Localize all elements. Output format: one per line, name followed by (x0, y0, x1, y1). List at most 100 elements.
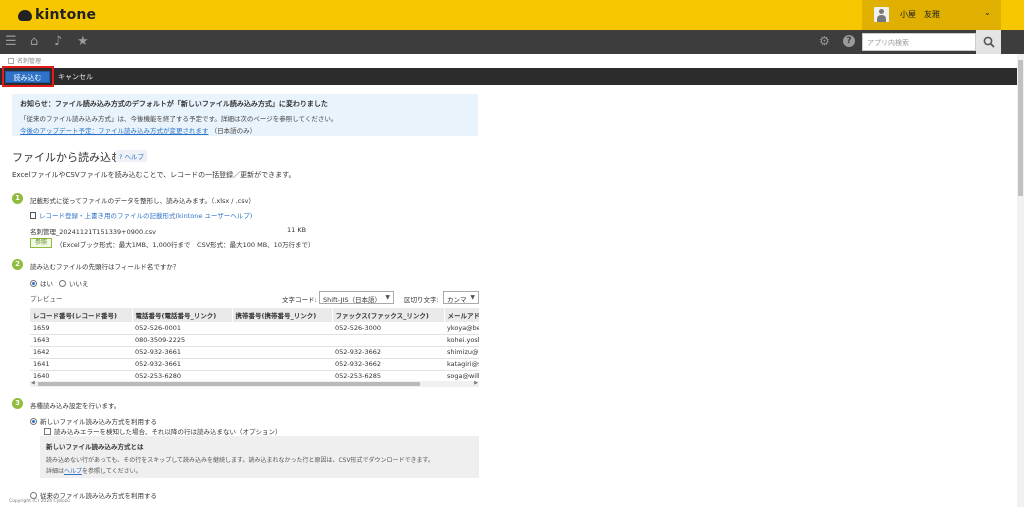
separator-label: 区切り文字: (404, 296, 439, 304)
browse-button[interactable]: 参照 (30, 238, 52, 248)
radio-old-method[interactable] (30, 491, 37, 499)
table-cell: 052-932-3661 (132, 346, 232, 359)
column-header: メールアドレス (444, 308, 479, 322)
notice-box: お知らせ：ファイル読み込み方式のデフォルトが「新しいファイル読み込み方式」に変わ… (12, 94, 478, 136)
document-icon (30, 211, 36, 219)
column-header: 電話番号(電話番号_リンク) (132, 308, 233, 322)
table-cell: ykoya@be (444, 322, 479, 335)
gear-icon[interactable]: ⚙ (819, 34, 830, 49)
preview-label: プレビュー (30, 295, 63, 303)
star-icon[interactable]: ★ (77, 34, 89, 49)
step-3-badge: 3 (12, 398, 23, 409)
scroll-right-icon[interactable]: ▶ (474, 380, 478, 386)
encoding-select[interactable]: Shift-JIS（日本語） ▼ (319, 291, 394, 304)
home-icon[interactable]: ⌂ (30, 34, 38, 49)
notice-text: 「従来のファイル読み込み方式」は、今後機能を終了する予定です。詳細は次のページを… (20, 115, 338, 123)
file-size: 11 KB (287, 226, 307, 234)
separator-select[interactable]: カンマ ▼ (443, 291, 479, 304)
action-bar (0, 68, 1017, 85)
kintone-logo-icon (18, 9, 32, 21)
skip-error-checkbox[interactable] (44, 427, 51, 435)
new-method-info-box: 新しいファイル読み込み方式とは 読み込めない行があっても、その行をスキップして読… (40, 436, 479, 478)
scrollbar-thumb[interactable] (38, 382, 420, 386)
table-cell: 052-932-3662 (332, 358, 444, 371)
user-menu[interactable]: 小屋 友雅 ⌄ (862, 0, 1001, 30)
table-cell: 080-3509-2225 (132, 334, 232, 347)
table-cell: 052-932-3661 (132, 358, 232, 371)
breadcrumb-app-name[interactable]: 名刺管理 (17, 56, 41, 65)
page-title: ファイルから読み込む (12, 151, 122, 164)
table-cell: 1643 (30, 334, 132, 347)
step-2-text: 読み込むファイルの先頭行はフィールド名ですか？ (30, 263, 180, 271)
table-cell: kohei.yosh (444, 334, 479, 347)
format-help-link[interactable]: レコード登録・上書き用のファイルの記載形式(kintone ユーザーヘルプ) (30, 210, 252, 220)
search-icon (983, 36, 995, 48)
table-cell: 1641 (30, 358, 132, 371)
preview-table-container[interactable]: レコード番号(レコード番号) 電話番号(電話番号_リンク) 携帯番号(携帯番号_… (30, 308, 479, 390)
info-help-suffix: を参照してください。 (82, 468, 142, 475)
info-help-link[interactable]: ヘルプ (64, 468, 82, 475)
page-vertical-scrollbar[interactable] (1017, 54, 1024, 507)
notice-link-row: 今後のアップデート予定：ファイル読み込み方式が変更されます （日本語のみ） (20, 125, 470, 135)
radio-yes[interactable] (30, 279, 37, 287)
help-link-label[interactable]: ヘルプ (125, 153, 145, 161)
logo-text: kintone (35, 7, 97, 23)
step-2-badge: 2 (12, 259, 23, 270)
user-name: 小屋 友雅 (900, 10, 940, 19)
page-description: ExcelファイルやCSVファイルを読み込むことで、レコードの一括登録／更新がで… (12, 171, 296, 179)
help-link[interactable]: ? ヘルプ (116, 150, 148, 162)
highlight-frame (2, 66, 54, 87)
step-1-text: 記載形式に従ってファイルのデータを整形し、読み込みます。（.xlsx / .cs… (30, 197, 255, 205)
skip-error-label[interactable]: 読み込みエラーを検知した場合、それ以降の行は読み込まない（オプション） (54, 426, 282, 436)
radio-new-method[interactable] (30, 417, 37, 425)
notice-title: お知らせ：ファイル読み込み方式のデフォルトが「新しいファイル読み込み方式」に変わ… (20, 100, 328, 108)
table-cell: 052-526-3000 (332, 322, 444, 335)
radio-no-label[interactable]: いいえ (69, 278, 89, 288)
caret-down-icon: ▼ (470, 294, 475, 301)
column-header: ファックス(ファックス_リンク) (332, 308, 445, 322)
table-cell (232, 346, 332, 359)
step-1-badge: 1 (12, 193, 23, 204)
notice-link[interactable]: 今後のアップデート予定：ファイル読み込み方式が変更されます (20, 127, 209, 135)
format-help-link-label[interactable]: レコード登録・上書き用のファイルの記載形式(kintone ユーザーヘルプ) (39, 210, 252, 220)
info-title: 新しいファイル読み込み方式とは (46, 443, 144, 451)
table-row: 1641 052-932-3661 052-932-3662 katagiri@… (30, 358, 479, 371)
breadcrumb[interactable]: 名刺管理 (8, 56, 41, 65)
bell-icon[interactable]: ♪ (54, 34, 62, 49)
table-horizontal-scrollbar[interactable]: ◀ ▶ (30, 380, 479, 387)
radio-yes-label[interactable]: はい (40, 278, 53, 288)
table-cell: 052-526-0001 (132, 322, 232, 335)
table-row: 1643 080-3509-2225 kohei.yosh (30, 334, 479, 347)
skip-error-option[interactable]: 読み込みエラーを検知した場合、それ以降の行は読み込まない（オプション） (44, 426, 282, 436)
step-3-text: 各種読み込み設定を行います。 (30, 402, 121, 410)
menu-icon[interactable]: ☰ (5, 34, 17, 49)
radio-new-method-label[interactable]: 新しいファイル読み込み方式を利用する (40, 416, 157, 426)
scroll-left-icon[interactable]: ◀ (31, 380, 35, 386)
encoding-value: Shift-JIS（日本語） (323, 296, 381, 304)
radio-no[interactable] (59, 279, 66, 287)
table-cell: 1642 (30, 346, 132, 359)
search-button[interactable] (976, 30, 1001, 54)
preview-table: レコード番号(レコード番号) 電話番号(電話番号_リンク) 携帯番号(携帯番号_… (30, 308, 479, 383)
table-cell: 052-932-3662 (332, 346, 444, 359)
table-cell: 1659 (30, 322, 132, 335)
caret-down-icon: ▼ (385, 294, 390, 301)
search-input[interactable]: アプリ内検索 (862, 33, 976, 51)
top-header: kintone 小屋 友雅 ⌄ (0, 0, 1024, 30)
cancel-button[interactable]: キャンセル (58, 71, 93, 83)
nav-bar: ☰ ⌂ ♪ ★ ⚙ ? アプリ内検索 (0, 30, 1024, 54)
table-cell (332, 334, 444, 347)
table-row: 1642 052-932-3661 052-932-3662 shimizu@s (30, 346, 479, 359)
new-method-option[interactable]: 新しいファイル読み込み方式を利用する (30, 416, 157, 426)
table-cell (232, 358, 332, 371)
kintone-logo[interactable]: kintone (18, 7, 96, 23)
table-cell (232, 322, 332, 335)
table-header-row: レコード番号(レコード番号) 電話番号(電話番号_リンク) 携帯番号(携帯番号_… (30, 308, 479, 322)
column-header: 携帯番号(携帯番号_リンク) (232, 308, 333, 322)
help-icon[interactable]: ? (843, 35, 855, 47)
header-row-yes[interactable]: はい いいえ (30, 278, 89, 288)
encoding-label: 文字コード: (282, 296, 317, 304)
file-limit-note: （Excelブック形式：最大1MB、1,000行まで CSV形式：最大100 M… (56, 241, 315, 249)
chevron-down-icon: ⌄ (984, 8, 991, 17)
scrollbar-thumb[interactable] (1018, 60, 1023, 196)
